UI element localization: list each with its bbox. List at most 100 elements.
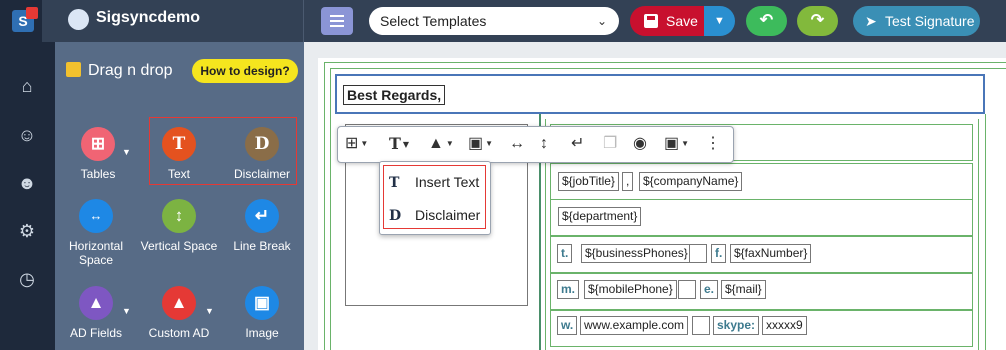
company-name-field[interactable]: ${companyName} [639, 172, 743, 191]
toolbar-horizontal-space-button[interactable]: ↔ [509, 132, 525, 156]
user-avatar-icon[interactable] [68, 9, 89, 30]
send-icon: ➤ [865, 13, 877, 29]
toolbar-line-break-button[interactable]: ↵ [571, 132, 584, 156]
toolbar-paste-button[interactable]: ❐ [603, 132, 617, 156]
inner-border-top [330, 68, 1006, 69]
ad-fields-icon: ▲ [79, 286, 113, 320]
caret-down-icon: ▼ [681, 139, 690, 148]
skype-label[interactable]: skype: [713, 316, 760, 335]
palette-item-label: Disclaimer [233, 167, 290, 181]
phone-label[interactable]: t. [557, 244, 573, 263]
menu-item-disclaimer[interactable]: D Disclaimer [389, 207, 480, 224]
palette-title-text: Drag n drop [88, 62, 173, 79]
palette-item-label: Custom AD [148, 326, 210, 340]
caret-down-icon: ▼ [445, 139, 454, 148]
template-select[interactable]: Select Templates ⌄ [369, 7, 619, 35]
users-icon[interactable]: ☺ [16, 124, 38, 146]
eye-icon: ◉ [633, 135, 647, 152]
palette-item-label: Line Break [233, 239, 291, 253]
text-icon: T [389, 134, 401, 153]
email-label[interactable]: e. [700, 280, 719, 299]
fax-label[interactable]: f. [711, 244, 727, 263]
palette-title: Drag n drop [66, 62, 173, 80]
skype-field[interactable]: xxxxx9 [762, 316, 807, 335]
empty-field[interactable] [678, 280, 696, 299]
palette-item-disclaimer[interactable]: D Disclaimer [222, 127, 302, 181]
text-icon: T [389, 175, 400, 191]
caret-down-icon[interactable]: ▼ [122, 304, 131, 318]
toolbar-table-button[interactable]: ⊞ ▼ [345, 132, 368, 156]
mobile-label[interactable]: m. [557, 280, 580, 299]
save-icon: ▣ [664, 135, 680, 152]
web-label[interactable]: w. [557, 316, 578, 335]
save-dropdown-button[interactable]: ▼ [704, 6, 735, 36]
how-to-design-button[interactable]: How to design? [192, 59, 298, 83]
text-icon: T [162, 127, 196, 161]
palette-item-text[interactable]: T Text [139, 127, 219, 181]
clock-icon[interactable]: ◷ [16, 268, 38, 290]
logo-badge-icon [26, 7, 38, 19]
empty-field[interactable] [692, 316, 710, 335]
toolbar-image-button[interactable]: ▣ ▼ [468, 132, 493, 156]
palette-item-line-break[interactable]: ↵ Line Break [222, 199, 302, 253]
department-field[interactable]: ${department} [558, 207, 642, 226]
table-icon: ⊞ [345, 135, 359, 152]
left-nav-rail: ⌂ ☺ ☻ ⚙ ◷ [0, 42, 55, 350]
caret-down-icon: ▼ [360, 139, 369, 148]
redo-button[interactable]: ↷ [797, 6, 838, 36]
user-settings-icon[interactable]: ☻ [16, 172, 38, 194]
drag-drop-icon [66, 62, 81, 77]
caret-down-icon[interactable]: ▼ [205, 304, 214, 318]
caret-down-icon: ▼ [402, 139, 410, 149]
website-field[interactable]: www.example.com [580, 316, 689, 335]
palette-item-label: AD Fields [69, 326, 122, 340]
palette-item-vertical-space[interactable]: ↕ Vertical Space [139, 199, 219, 253]
redo-icon: ↷ [810, 12, 825, 29]
more-icon: ⋮ [705, 135, 721, 152]
menu-item-insert-text[interactable]: T Insert Text [389, 174, 479, 191]
caret-down-icon[interactable]: ▼ [122, 145, 131, 159]
gear-icon[interactable]: ⚙ [16, 220, 38, 242]
horizontal-space-icon: ↔ [509, 135, 525, 152]
hamburger-menu-button[interactable] [321, 7, 353, 35]
empty-field[interactable] [689, 244, 707, 263]
table-border-right [978, 119, 979, 350]
image-icon: ▣ [468, 135, 484, 152]
horizontal-space-icon: ↔ [79, 199, 113, 233]
palette-item-label: Vertical Space [140, 239, 218, 253]
toolbar-preview-button[interactable]: ◉ [633, 132, 647, 156]
toolbar-more-button[interactable]: ⋮ [705, 132, 721, 156]
test-signature-button[interactable]: ➤ Test Signature [853, 6, 980, 36]
home-icon[interactable]: ⌂ [16, 75, 38, 97]
org-name: Sigsyncdemo [96, 9, 201, 26]
toolbar-vertical-space-button[interactable]: ↕ [540, 132, 548, 156]
business-phone-field[interactable]: ${businessPhones} [581, 244, 692, 263]
palette-item-horizontal-space[interactable]: ↔ Horizontal Space [56, 199, 136, 267]
palette-item-tables[interactable]: ⊞ Tables ▼ [58, 127, 138, 181]
toolbar-save-button[interactable]: ▣ ▼ [664, 132, 689, 156]
palette-item-label: Image [245, 326, 279, 340]
job-title-field[interactable]: ${jobTitle} [558, 172, 619, 191]
separator-field[interactable]: , [622, 172, 634, 191]
palette-item-label: Text [167, 167, 190, 181]
regards-text[interactable]: Best Regards, [343, 85, 446, 105]
hamburger-line [330, 20, 344, 22]
palette-item-ad-fields[interactable]: ▲ AD Fields ▼ [56, 286, 136, 340]
email-field[interactable]: ${mail} [721, 280, 766, 299]
mobile-phone-field[interactable]: ${mobilePhone} [584, 280, 677, 299]
inner-border-left [330, 68, 331, 350]
fax-number-field[interactable]: ${faxNumber} [730, 244, 812, 263]
hamburger-line [330, 25, 344, 27]
toolbar-ad-button[interactable]: ▲ ▼ [428, 132, 454, 156]
palette-item-image[interactable]: ▣ Image [222, 286, 302, 340]
caret-down-icon: ▼ [485, 139, 494, 148]
toolbar-text-button[interactable]: T ▼ [389, 132, 409, 156]
header-divider [303, 0, 304, 42]
palette-item-custom-ad[interactable]: ▲ Custom AD ▼ [139, 286, 219, 340]
undo-button[interactable]: ↶ [746, 6, 787, 36]
save-button[interactable]: Save [630, 6, 704, 36]
outer-border-left [324, 62, 325, 350]
app-logo[interactable]: S [0, 0, 42, 42]
caret-down-icon: ▼ [714, 15, 725, 27]
vertical-space-icon: ↕ [162, 199, 196, 233]
